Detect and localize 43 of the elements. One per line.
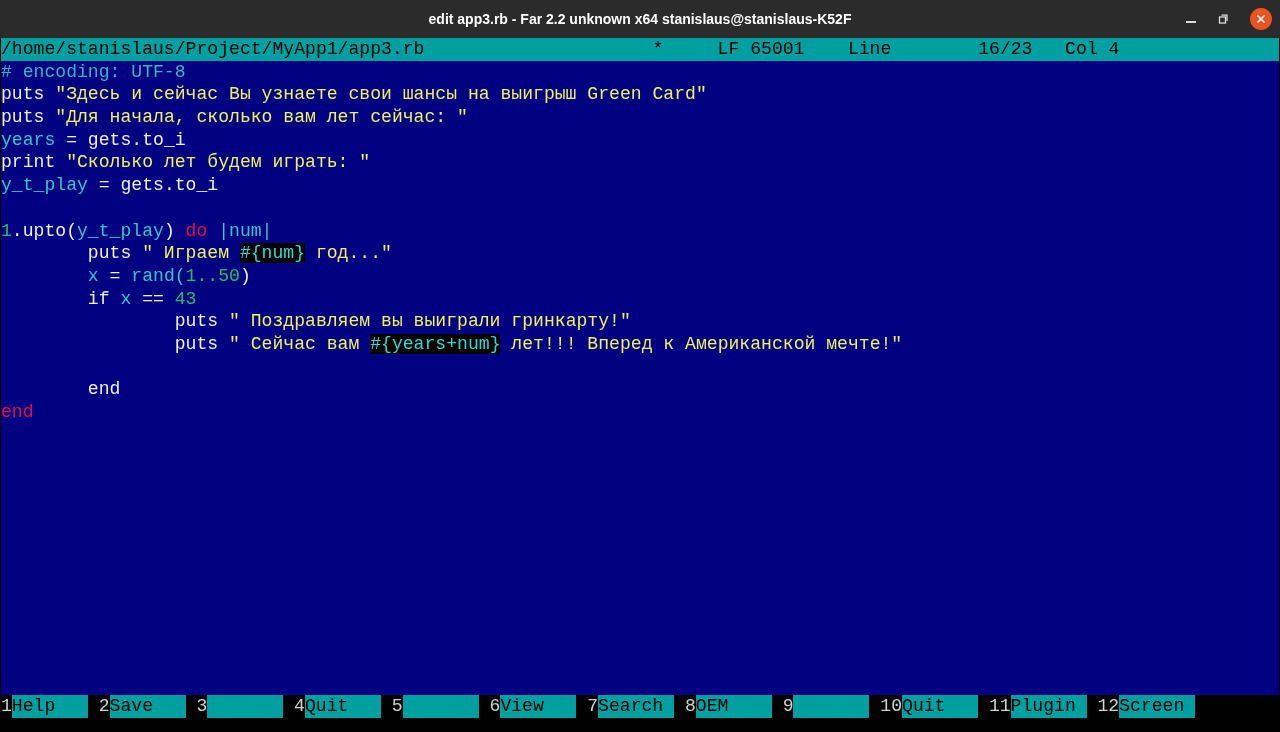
code-line: puts "Здесь и сейчас Вы узнаете свои шансы на выигрыш Green Card" [1, 83, 707, 107]
function-key-button[interactable]: Search [598, 695, 675, 718]
function-key-button[interactable]: Quit [304, 695, 381, 718]
code-line: x = rand(1..50) [86, 264, 251, 288]
code-line: 1.upto(y_t_play) do |num| [1, 219, 273, 243]
function-key-number: 7 [587, 695, 599, 718]
function-key-number: 9 [782, 695, 794, 718]
code-line: end [1, 401, 34, 424]
code-line: puts "Для начала, сколько вам лет сейчас: " [1, 106, 468, 129]
line-position: 16/23 [978, 39, 1033, 59]
function-key-button[interactable]: Help [11, 695, 88, 718]
file-path: /home/stanislaus/Project/MyApp1/app3.rb [1, 39, 425, 59]
line-label: Line [847, 39, 892, 59]
function-key-number: 5 [391, 695, 403, 718]
function-key-number: 1 [1, 695, 12, 718]
function-key-number: 2 [98, 695, 110, 718]
code-line: # encoding: UTF-8 [1, 60, 186, 84]
function-key-button[interactable]: Save [109, 695, 186, 718]
code-line: end [86, 378, 121, 401]
function-key-number: 12 [1097, 695, 1120, 718]
function-key-button[interactable]: View [500, 695, 577, 718]
function-key-button[interactable]: Screen [1119, 695, 1196, 718]
encoding-label: LF 65001 [717, 39, 805, 59]
window-title: edit app3.rb - Far 2.2 unknown x64 stanislaus@stanislaus-K52F [428, 11, 852, 27]
function-key-button[interactable]: Quit [902, 695, 979, 718]
code-line: years = gets.to_i [1, 128, 186, 152]
function-key-number: 8 [684, 695, 696, 718]
code-line: puts " Играем #{num} год..." [86, 242, 392, 265]
code-line: if x == 43 [86, 287, 197, 311]
modified-indicator: * [652, 39, 664, 59]
code-line: puts " Поздравляем вы выиграли гринкарту!" [173, 310, 631, 333]
restore-icon[interactable] [1218, 14, 1228, 24]
function-key-number: 3 [196, 695, 208, 718]
function-key-button[interactable]: OEM [695, 695, 772, 718]
close-icon[interactable] [1250, 8, 1272, 30]
function-key-number: 4 [294, 695, 305, 718]
code-line: y_t_play = gets.to_i [1, 174, 219, 197]
code-line: print "Сколько лет будем играть: " [1, 151, 371, 175]
column-position: Col 4 [1065, 39, 1120, 59]
function-key-number: 11 [988, 695, 1011, 718]
function-key-number: 10 [880, 695, 903, 718]
code-line: puts " Сейчас вам #{years+num} лет!!! Вперед к Американской мечте!" [173, 332, 903, 356]
function-key-button[interactable]: Plugin [1010, 695, 1087, 718]
